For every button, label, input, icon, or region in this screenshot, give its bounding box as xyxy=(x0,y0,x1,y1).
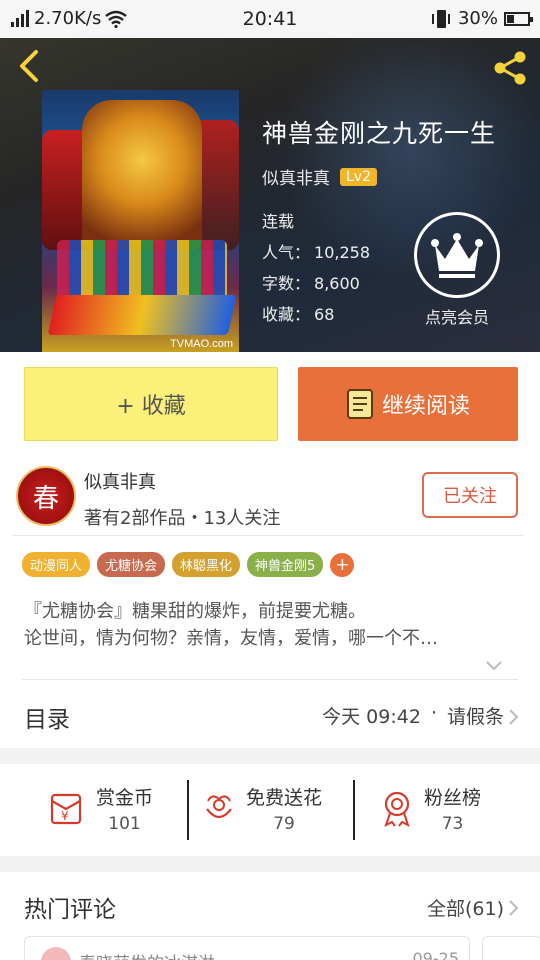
stat-popularity: 人气： 10,258 xyxy=(262,237,370,268)
book-icon xyxy=(346,389,373,419)
reward-title: 赏金币 xyxy=(96,786,154,809)
comment-card[interactable] xyxy=(482,936,540,960)
continue-reading-label: 继续阅读 xyxy=(381,394,470,419)
reward-title: 粉丝榜 xyxy=(424,786,482,809)
book-info-section: 春 似真非真 著有2部作品・13人关注 已关注 动漫同人 尤糖协会 林聪黑化 神… xyxy=(0,460,540,748)
divider xyxy=(22,679,518,680)
favorites-label: 收藏： xyxy=(262,305,311,324)
divider xyxy=(353,780,355,840)
follow-button[interactable]: 已关注 xyxy=(422,472,518,518)
level-badge: Lv2 xyxy=(340,167,377,186)
toc-separator: · xyxy=(430,702,437,724)
battery-icon xyxy=(504,11,533,26)
author-card-meta: 著有2部作品・13人关注 xyxy=(84,508,281,529)
chevron-right-icon xyxy=(509,709,519,725)
words-value: 8,600 xyxy=(314,274,360,293)
reward-flower-button[interactable]: 免费送花 79 xyxy=(202,776,322,840)
intro-line-1: 『尤糖协会』糖果甜的爆炸，前提要尤糖。 xyxy=(24,601,366,622)
author-card-name[interactable]: 似真非真 xyxy=(84,468,156,494)
tag-item[interactable]: 动漫同人 xyxy=(22,552,91,577)
reward-count: 73 xyxy=(441,813,464,834)
reward-coins: 赏金币 101 xyxy=(96,783,153,834)
expand-intro-button[interactable] xyxy=(484,658,504,672)
book-status: 连载 xyxy=(262,212,295,231)
tag-item[interactable]: 尤糖协会 xyxy=(97,552,166,577)
status-bar: 2.70K/s 20:41 30% xyxy=(0,0,540,38)
comment-card[interactable]: 春晓萌发的冰淇淋 09-25 xyxy=(24,936,470,960)
avatar xyxy=(41,947,71,960)
cover-watermark: TVMAO.com xyxy=(170,338,233,350)
add-tag-button[interactable]: + xyxy=(330,552,355,577)
reward-title: 免费送花 xyxy=(246,786,323,809)
popularity-label: 人气： xyxy=(262,243,311,262)
status-right: 30% xyxy=(430,8,533,29)
battery-percent: 30% xyxy=(457,8,498,29)
medal-icon xyxy=(384,791,410,827)
all-comments-chevron[interactable] xyxy=(508,899,520,917)
stat-words: 字数： 8,600 xyxy=(262,268,370,299)
continue-reading-button[interactable]: 继续阅读 xyxy=(298,367,518,441)
book-author[interactable]: 似真非真 xyxy=(262,164,330,189)
tag-item[interactable]: 林聪黑化 xyxy=(172,552,241,577)
crown-icon xyxy=(431,233,483,278)
svg-text:¥: ¥ xyxy=(61,809,69,823)
action-bar: + 收藏 继续阅读 xyxy=(0,352,540,460)
reward-fans-button[interactable]: 粉丝榜 73 xyxy=(380,776,481,840)
cover-art-team xyxy=(57,240,227,300)
book-title: 神兽金刚之九死一生 xyxy=(262,119,497,148)
tag-item[interactable]: 神兽金刚5 xyxy=(247,552,324,577)
book-header: 2.70K/s 20:41 30% TVMAO.com 神兽金刚之九死一生 似真… xyxy=(0,0,540,352)
chevron-down-icon xyxy=(486,661,502,671)
toc-title[interactable]: 目录 xyxy=(24,700,70,734)
stat-favorites: 收藏： 68 xyxy=(262,299,370,330)
favorites-value: 68 xyxy=(314,305,335,324)
toc-latest-chapter: 请假条 xyxy=(446,706,504,728)
reward-bar: ¥ 赏金币 101 免费送花 79 粉丝榜 73 xyxy=(0,764,540,856)
toc-latest[interactable]: 今天 09:42 · 请假条 xyxy=(322,702,504,729)
reward-count: 79 xyxy=(273,813,295,834)
all-comments-link[interactable]: 全部(61) xyxy=(427,894,504,921)
toc-updated: 今天 09:42 xyxy=(322,706,421,728)
share-icon xyxy=(494,51,526,85)
comment-user: 春晓萌发的冰淇淋 xyxy=(79,949,215,960)
flower-icon xyxy=(206,795,232,819)
words-label: 字数： xyxy=(262,274,311,293)
reward-flower: 免费送花 79 xyxy=(246,783,322,834)
chevron-left-icon xyxy=(20,50,38,82)
chevron-right-icon xyxy=(509,900,519,916)
reward-coins-button[interactable]: ¥ 赏金币 101 xyxy=(48,776,153,840)
author-row: 似真非真 Lv2 xyxy=(262,164,377,189)
cover-art-robot xyxy=(82,100,202,250)
comment-time: 09-25 xyxy=(412,949,460,960)
share-button[interactable] xyxy=(490,48,530,88)
member-badge xyxy=(414,212,500,298)
comments-title: 热门评论 xyxy=(24,897,116,923)
toc-chevron[interactable] xyxy=(508,708,520,726)
book-stats: 连载 人气： 10,258 字数： 8,600 收藏： 68 xyxy=(262,206,370,330)
phone-vibrate-icon xyxy=(431,9,450,28)
reward-fans: 粉丝榜 73 xyxy=(424,783,481,834)
avatar-char: 春 xyxy=(32,483,59,514)
collect-button[interactable]: + 收藏 xyxy=(24,367,278,441)
book-intro[interactable]: 『尤糖协会』糖果甜的爆炸，前提要尤糖。 论世间，情为何物？亲情，友情，爱情，哪一… xyxy=(24,598,514,652)
divider xyxy=(187,780,189,840)
member-button[interactable]: 点亮会员 xyxy=(412,212,502,328)
cover-art-logo xyxy=(47,295,237,335)
tag-list: 动漫同人 尤糖协会 林聪黑化 神兽金刚5 + xyxy=(22,552,355,577)
divider xyxy=(12,535,524,536)
back-button[interactable] xyxy=(14,46,48,86)
red-envelope-icon: ¥ xyxy=(50,793,82,825)
reward-count: 101 xyxy=(108,813,141,834)
book-cover[interactable]: TVMAO.com xyxy=(42,90,239,352)
intro-line-2: 论世间，情为何物？亲情，友情，爱情，哪一个不… xyxy=(24,628,438,649)
popularity-value: 10,258 xyxy=(314,243,370,262)
hot-comments-section: 热门评论 全部(61) 春晓萌发的冰淇淋 09-25 xyxy=(0,872,540,960)
member-label: 点亮会员 xyxy=(424,308,489,327)
author-avatar[interactable]: 春 xyxy=(16,466,76,526)
